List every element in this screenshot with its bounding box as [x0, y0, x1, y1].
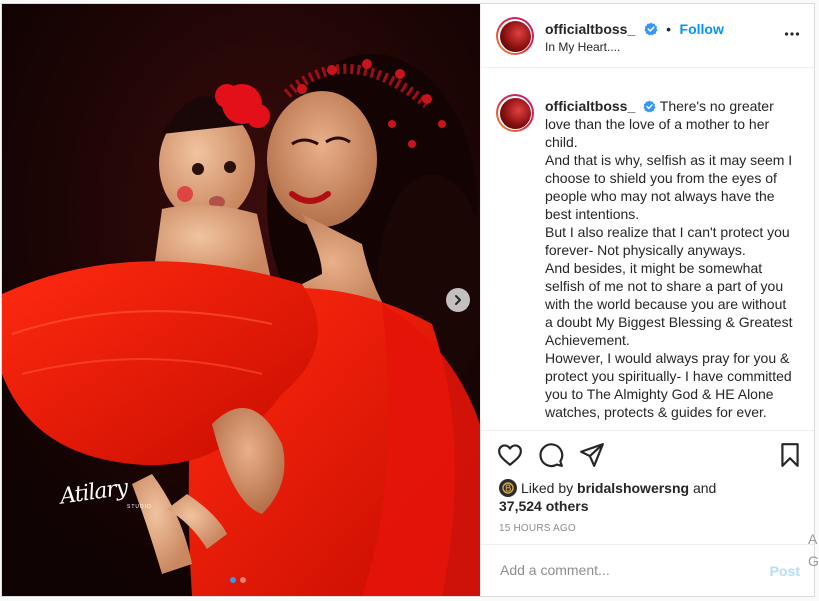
bookmark-icon[interactable]: [777, 442, 803, 468]
watermark-sub: STUDIO: [127, 504, 152, 510]
share-paper-plane-icon[interactable]: [579, 442, 605, 468]
likes-summary: Liked by bridalshowersng and 37,524 othe…: [499, 479, 716, 515]
header-username[interactable]: officialtboss_: [545, 21, 635, 37]
likes-prefix: Liked by: [521, 480, 574, 496]
likes-and: and: [692, 480, 717, 496]
verified-badge-icon: [644, 22, 658, 36]
liker-avatar[interactable]: [499, 479, 517, 497]
verified-badge-icon: [643, 100, 656, 113]
add-comment-bar: Post: [481, 544, 814, 596]
post-actions: Liked by bridalshowersng and 37,524 othe…: [481, 430, 814, 560]
caption-paragraph: And besides, it might be somewhat selfis…: [545, 260, 793, 348]
avatar[interactable]: [496, 17, 534, 55]
post-caption: officialtboss_ There's no greater love t…: [545, 97, 795, 421]
post-timestamp[interactable]: 15 HOURS AGO: [499, 523, 576, 534]
carousel-next-button[interactable]: [446, 288, 470, 312]
caption-paragraph: But I also realize that I can't protect …: [545, 224, 790, 258]
instagram-post: Atilary STUDIO officialtboss_ • Follow I…: [1, 3, 815, 597]
follow-button[interactable]: Follow: [680, 21, 724, 37]
post-header: officialtboss_ • Follow In My Heart....: [481, 4, 814, 68]
heart-icon[interactable]: [497, 442, 523, 468]
likes-count-link[interactable]: 37,524 others: [499, 498, 589, 514]
location-link[interactable]: In My Heart....: [545, 40, 620, 54]
caption-username[interactable]: officialtboss_: [545, 98, 635, 114]
edge-text-fragment: A G: [808, 531, 819, 569]
comments-area[interactable]: officialtboss_ There's no greater love t…: [481, 68, 814, 430]
caption-paragraph: However, I would always pray for you & p…: [545, 350, 792, 420]
header-separator: •: [666, 21, 672, 37]
comment-input[interactable]: [498, 559, 752, 581]
comment-bubble-icon[interactable]: [538, 442, 564, 468]
post-photo[interactable]: Atilary STUDIO: [2, 4, 480, 596]
carousel-dot-active: [230, 577, 236, 583]
caption-paragraph: And that is why, selfish as it may seem …: [545, 152, 793, 222]
avatar-image: [499, 20, 531, 52]
liker-username[interactable]: bridalshowersng: [577, 480, 689, 496]
post-comment-button[interactable]: Post: [770, 563, 800, 579]
liker-logo-icon: [502, 482, 514, 494]
header-title-row: officialtboss_ • Follow: [545, 21, 724, 39]
caption-avatar[interactable]: [496, 94, 534, 132]
post-side-panel: officialtboss_ • Follow In My Heart....: [480, 4, 814, 596]
more-options-icon[interactable]: [784, 26, 800, 42]
chevron-right-icon: [455, 295, 461, 305]
carousel-indicator: [230, 577, 246, 583]
carousel-dot: [240, 577, 246, 583]
